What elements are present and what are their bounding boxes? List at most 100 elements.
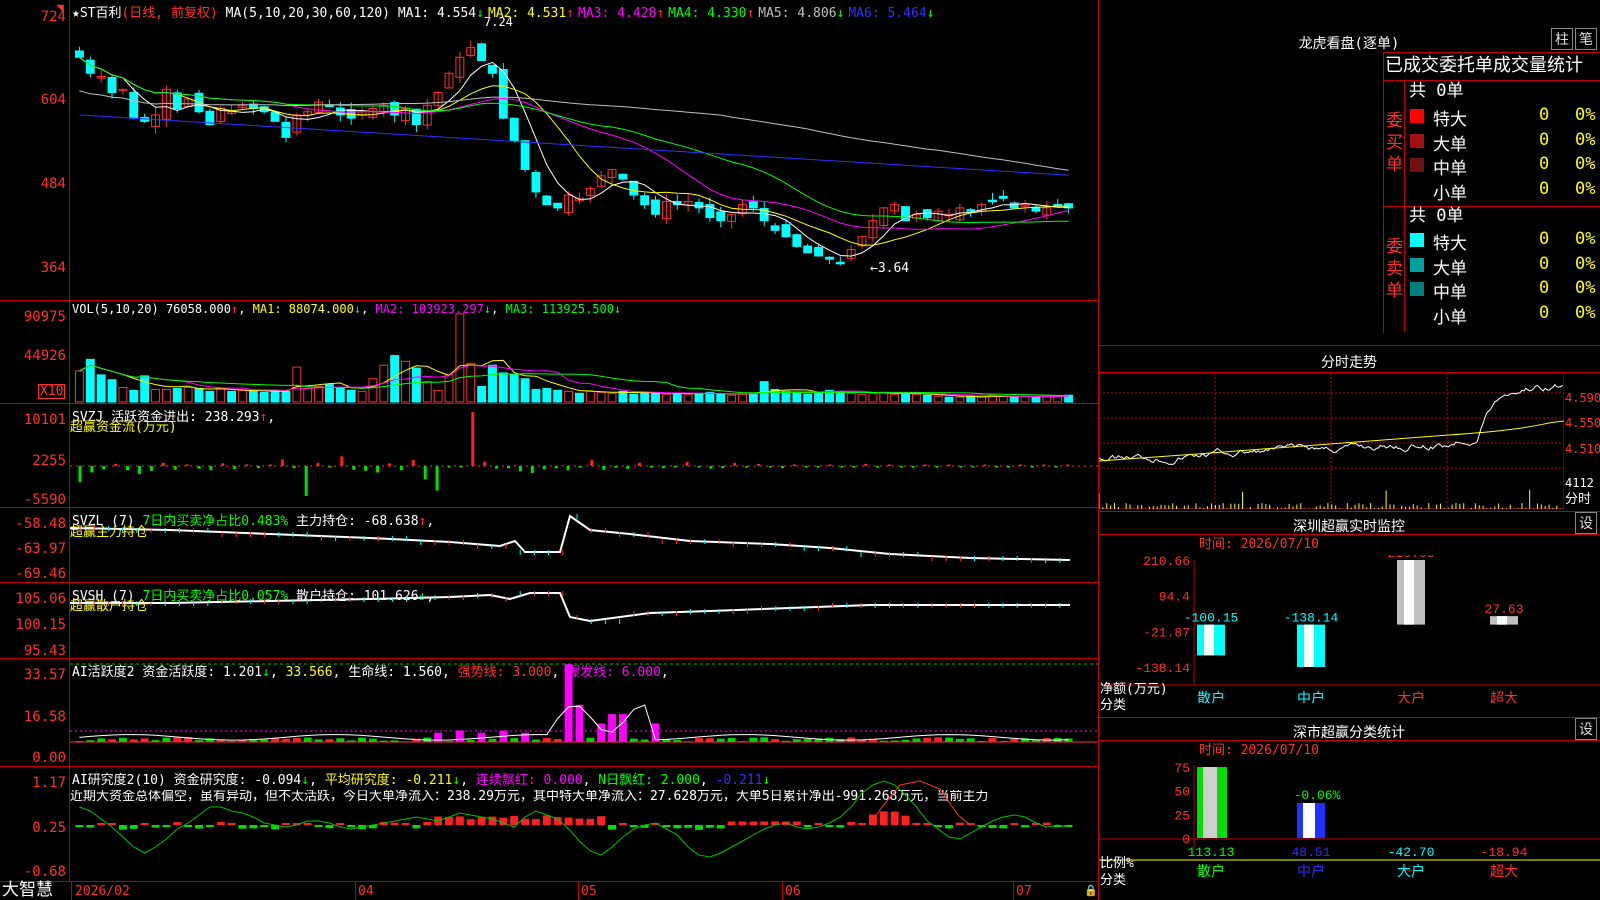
activity-bar (532, 739, 540, 742)
research-chart[interactable] (70, 767, 1098, 881)
activity-bar (129, 739, 138, 742)
fund-flow-chart[interactable] (70, 404, 1098, 507)
volume-bar (738, 393, 747, 403)
flow-bar (411, 460, 415, 466)
bar-mode-button[interactable]: 柱 (1551, 28, 1573, 50)
monitor-chart[interactable]: 210.66 94.4 -21.87 -138.14 -100.15 散户 -138.14 中… (1099, 555, 1600, 703)
flow-bar (245, 464, 249, 466)
flow-bar (126, 466, 130, 471)
volume-bar (335, 387, 345, 403)
activity-bar (336, 738, 345, 742)
classify-value: -42.70 (1388, 845, 1435, 860)
lock-icon[interactable]: 🔒 (1084, 885, 1098, 896)
research-bar (629, 825, 638, 827)
activity-bar (564, 664, 573, 742)
category-percent: 0% (1575, 154, 1596, 174)
svzj-tick: -5590 (23, 492, 66, 508)
flow-bar (1030, 466, 1034, 468)
research-bar (205, 825, 214, 827)
category-count: 0 (1539, 229, 1550, 249)
classify-cat-label: 分类 (1100, 873, 1127, 888)
buy-label: 委买单 (1386, 111, 1403, 175)
candle-body (803, 245, 813, 254)
retail-chart[interactable] (70, 583, 1098, 658)
volume-chart[interactable] (70, 301, 1098, 403)
price-tick: 604 (40, 92, 66, 108)
volume-bar (781, 390, 791, 403)
research-bar (890, 811, 899, 825)
flow-bar (673, 466, 677, 468)
research-bar (825, 825, 834, 827)
flow-bar (1018, 464, 1022, 466)
ai2-tick: 0.00 (32, 750, 66, 766)
svsh-tick: 95.43 (23, 643, 66, 659)
svsh-tick: 105.06 (15, 591, 66, 607)
volume-bar (140, 375, 150, 403)
activity-bar (912, 738, 921, 742)
volume-bar (531, 388, 541, 403)
category-name: 大单 (1433, 134, 1467, 155)
candle-body (488, 64, 497, 74)
candle-body (781, 224, 791, 238)
flow-bar (292, 466, 296, 469)
research-bar (847, 822, 856, 825)
research-bar (1010, 823, 1019, 825)
research-line (79, 780, 1069, 858)
activity-bar (977, 741, 986, 742)
vol-scale-label[interactable]: X10 (38, 384, 66, 399)
volume-bar (194, 387, 204, 403)
tick-mode-button[interactable]: 笔 (1575, 28, 1597, 50)
flow-bar (304, 466, 308, 496)
chart-area[interactable]: ★ST百利(日线, 前复权) MA(5,10,20,30,60,120) MA1… (0, 0, 1099, 900)
volume-bar (661, 393, 671, 403)
flow-bar (852, 466, 856, 468)
classify-value: 113.13 (1188, 845, 1235, 860)
activity-bar (521, 732, 530, 742)
category-count: 0 (1539, 154, 1550, 174)
classify-chart[interactable]: 7550250-0.06%113.13散户48.51中户-42.70大户-18.… (1099, 760, 1600, 900)
category-percent: 0% (1575, 129, 1596, 150)
volume-bar (118, 386, 128, 403)
volume-bar (509, 374, 519, 403)
candle-body (792, 234, 802, 247)
research-bar (97, 823, 106, 825)
flow-bar (471, 412, 475, 466)
candle-body (270, 111, 280, 122)
intraday-chart[interactable] (1099, 373, 1564, 509)
monitor-settings-button[interactable]: 设 (1575, 512, 1597, 534)
research-bar (1042, 822, 1051, 825)
category-name: 特大 (1433, 110, 1467, 130)
flow-bar (959, 466, 963, 468)
main-force-chart[interactable] (70, 508, 1098, 582)
volume-bar (216, 387, 226, 403)
flow-bar (923, 464, 927, 466)
volume-bar (716, 393, 726, 403)
activity-bar (97, 738, 106, 742)
low-price-value: 3.64 (877, 261, 910, 276)
flow-bar (364, 466, 368, 471)
monitor-tick: -21.87 (1143, 625, 1190, 640)
price-chart[interactable] (70, 0, 1098, 300)
activity-bar (195, 740, 203, 742)
candle-body (390, 102, 400, 116)
volume-bar (857, 393, 867, 403)
candle-body (618, 173, 628, 180)
flow-bar (757, 463, 761, 466)
activity-chart[interactable] (70, 659, 1098, 766)
date-tick: 06 (785, 884, 801, 899)
activity-bar (118, 737, 127, 742)
volume-bar (575, 392, 584, 403)
activity-bar (575, 704, 584, 742)
intraday-tick: 4.510 (1565, 442, 1600, 456)
research-bar (999, 825, 1008, 829)
activity-bar (390, 740, 399, 742)
classify-settings-button[interactable]: 设 (1575, 718, 1597, 740)
candle-body (770, 225, 780, 231)
flow-bar (697, 466, 701, 468)
research-bar (575, 818, 584, 825)
flow-bar (935, 466, 939, 468)
volume-bar (270, 389, 280, 403)
candle-body (835, 261, 845, 265)
volume-bar (683, 393, 693, 403)
activity-bar (216, 740, 225, 742)
